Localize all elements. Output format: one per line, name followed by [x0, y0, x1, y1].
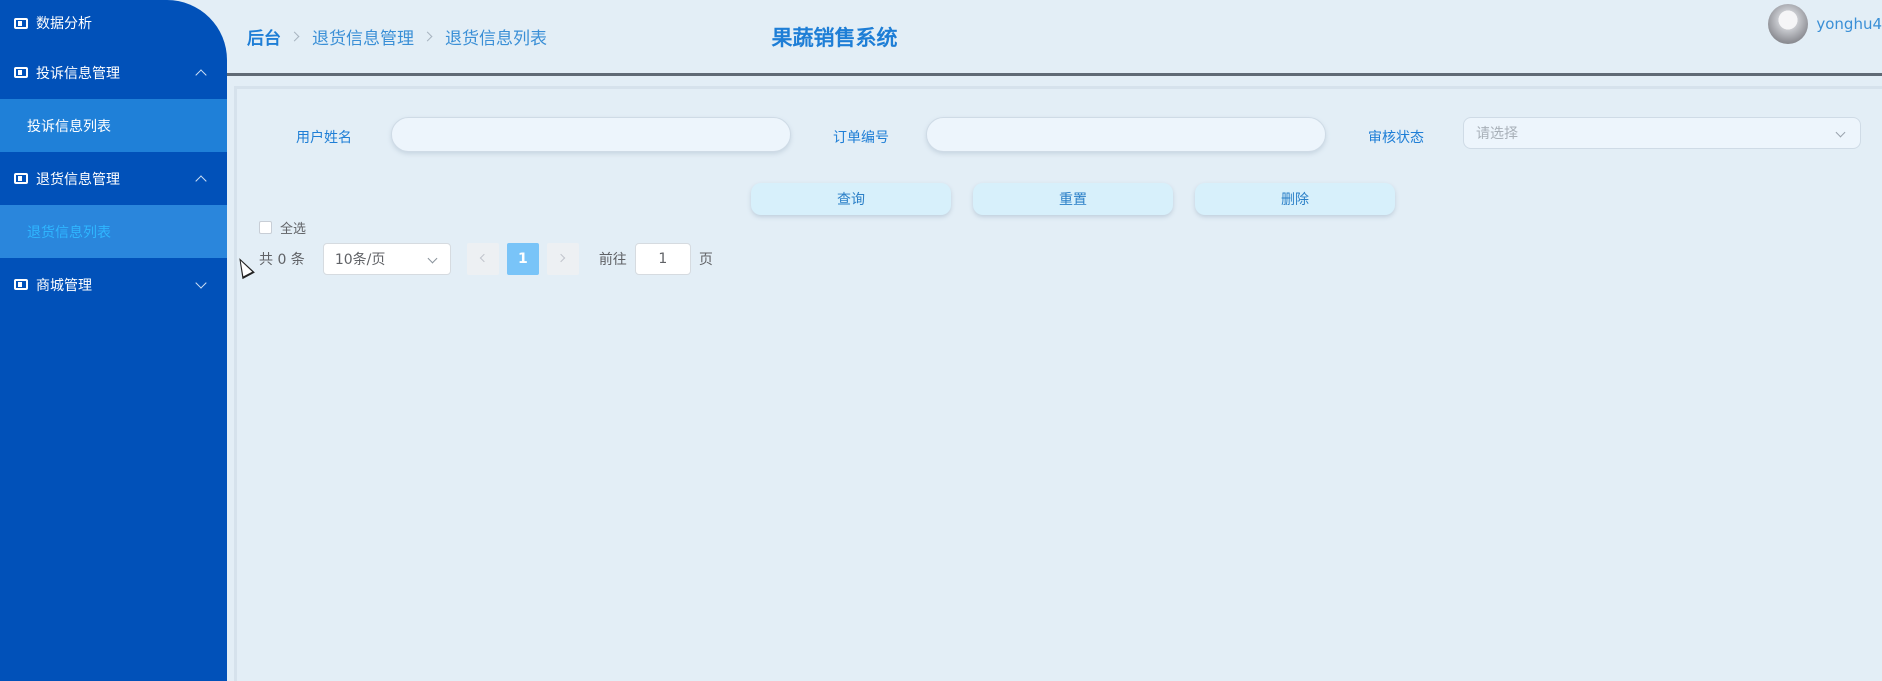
user-menu[interactable]: yonghu4 — [1768, 4, 1882, 44]
username-label: 用户姓名 — [296, 130, 352, 146]
sidebar: 数据分析 投诉信息管理 投诉信息列表 退货信息管理 退货信息列表 商城管理 — [0, 0, 227, 681]
select-all-checkbox[interactable] — [259, 221, 272, 234]
page-size-select[interactable]: 10条/页 — [322, 243, 451, 275]
menu-icon — [14, 17, 28, 29]
main-content: 用户姓名 订单编号 审核状态 请选择 查询 重置 删除 全选 共 0 条 10条… — [234, 86, 1882, 681]
goto-label: 前往 — [598, 252, 627, 268]
top-header: 后台 退货信息管理 退货信息列表 果蔬销售系统 yonghu4 — [227, 0, 1882, 76]
menu-complaint-management[interactable]: 投诉信息管理 — [0, 46, 227, 99]
chevron-down-icon — [427, 253, 438, 264]
select-placeholder: 请选择 — [1476, 126, 1518, 142]
reset-button[interactable]: 重置 — [973, 183, 1173, 215]
submenu-label: 投诉信息列表 — [27, 118, 111, 135]
pagination-total: 共 0 条 — [259, 252, 305, 268]
system-title-wrap: 果蔬销售系统 — [227, 22, 1882, 52]
next-page-button[interactable] — [546, 243, 579, 275]
page-number-active[interactable]: 1 — [506, 243, 539, 275]
goto-page-input[interactable]: 1 — [634, 243, 691, 275]
chevron-right-icon — [556, 253, 566, 263]
query-button[interactable]: 查询 — [751, 183, 951, 215]
menu-icon — [14, 67, 28, 78]
chevron-down-icon — [195, 276, 207, 289]
delete-button[interactable]: 删除 — [1195, 183, 1395, 215]
chevron-left-icon — [479, 253, 489, 263]
avatar[interactable] — [1768, 4, 1809, 44]
username-input[interactable] — [391, 117, 791, 152]
menu-complaint-list[interactable]: 投诉信息列表 — [0, 99, 227, 152]
submenu-label: 退货信息列表 — [27, 224, 111, 241]
username[interactable]: yonghu4 — [1816, 15, 1882, 33]
review-status-select[interactable]: 请选择 — [1463, 117, 1861, 149]
chevron-up-icon — [195, 68, 207, 81]
menu-icon — [14, 173, 28, 184]
menu-label: 商城管理 — [36, 277, 92, 294]
select-all[interactable]: 全选 — [259, 218, 306, 237]
menu-label: 数据分析 — [36, 16, 92, 32]
order-number-input[interactable] — [926, 117, 1326, 152]
page-suffix: 页 — [698, 252, 713, 268]
menu-data-analysis[interactable]: 数据分析 — [0, 0, 227, 46]
order-number-label: 订单编号 — [833, 130, 889, 146]
system-title: 果蔬销售系统 — [771, 26, 898, 50]
prev-page-button[interactable] — [466, 243, 499, 275]
chevron-up-icon — [195, 174, 207, 187]
menu-return-list[interactable]: 退货信息列表 — [0, 205, 227, 258]
select-all-label: 全选 — [280, 222, 307, 237]
pagination: 共 0 条 10条/页 1 前往 1 页 — [259, 243, 713, 275]
review-status-label: 审核状态 — [1368, 130, 1424, 146]
menu-label: 退货信息管理 — [36, 171, 120, 188]
menu-icon — [14, 279, 28, 290]
chevron-down-icon — [1835, 127, 1846, 138]
menu-mall-management[interactable]: 商城管理 — [0, 258, 227, 311]
menu-label: 投诉信息管理 — [36, 65, 120, 82]
menu-return-management[interactable]: 退货信息管理 — [0, 152, 227, 205]
page-size-value: 10条/页 — [334, 252, 386, 268]
